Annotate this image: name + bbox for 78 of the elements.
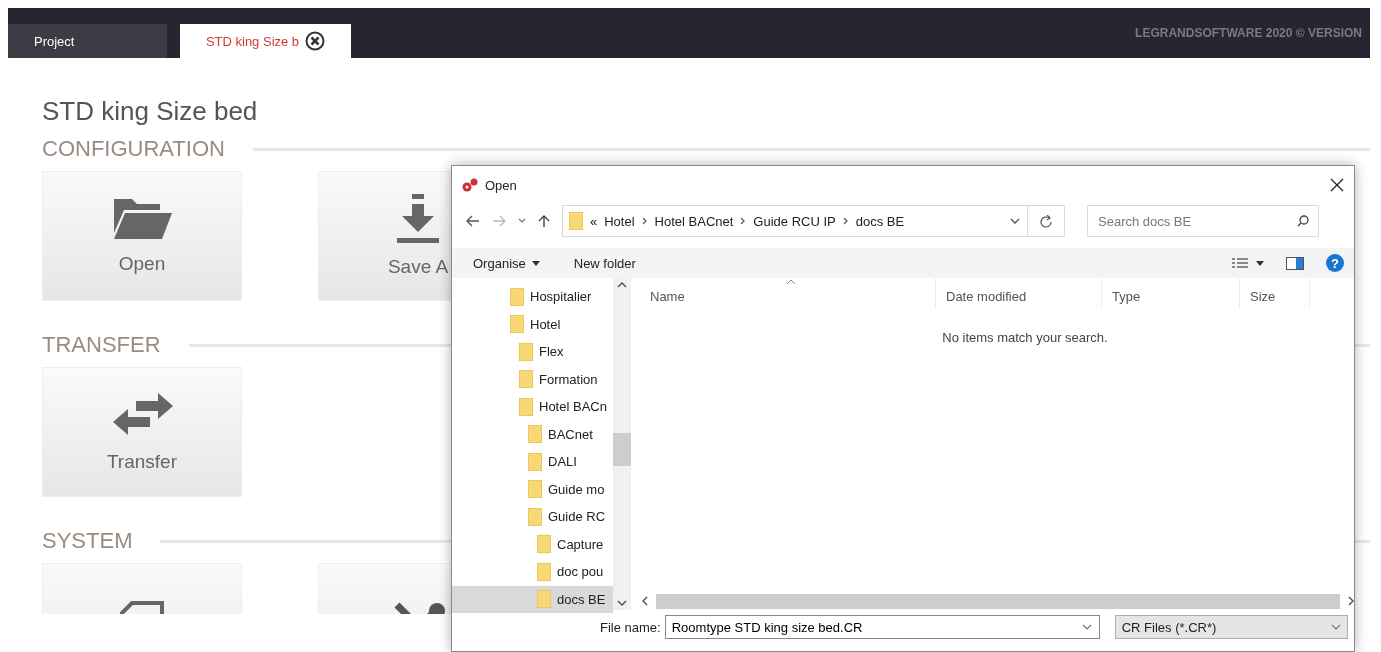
breadcrumb-item[interactable]: Guide RCU IP	[753, 213, 836, 229]
view-list-icon	[1232, 257, 1248, 269]
close-icon[interactable]	[305, 31, 326, 51]
file-name-field[interactable]: Roomtype STD king size bed.CR	[664, 615, 1100, 639]
scroll-right-icon[interactable]	[1348, 596, 1354, 606]
up-arrow-icon[interactable]	[538, 214, 550, 228]
scroll-left-icon[interactable]	[642, 596, 648, 606]
breadcrumb-overflow[interactable]: «	[590, 213, 598, 229]
tree-item[interactable]: BACnet	[452, 420, 613, 448]
tree-item[interactable]: Guide RC	[452, 503, 613, 531]
column-header[interactable]: Name	[636, 278, 936, 308]
folder-icon	[519, 342, 533, 361]
folder-icon	[510, 315, 524, 334]
folder-icon	[537, 562, 551, 581]
column-header[interactable]: Type	[1102, 278, 1240, 308]
folder-icon	[519, 370, 533, 389]
gears-icon	[461, 177, 479, 193]
tree-item[interactable]: Hotel BACn	[452, 393, 613, 421]
tree-item[interactable]: doc pou	[452, 558, 613, 586]
tree-item[interactable]: Formation	[452, 365, 613, 393]
dropdown-caret-icon[interactable]	[1010, 218, 1020, 224]
breadcrumb-item[interactable]: Hotel	[604, 213, 635, 229]
folder-icon	[528, 480, 542, 499]
horizontal-scrollbar[interactable]	[656, 593, 1340, 609]
scroll-up-icon	[617, 282, 627, 288]
folder-icon	[537, 535, 551, 554]
tab[interactable]: Project	[8, 24, 167, 58]
dialog-title: Open	[485, 177, 517, 193]
dropdown-caret-icon	[1330, 624, 1341, 630]
tile-button[interactable]: Transfer	[42, 367, 242, 497]
tree-item[interactable]: docs BE	[452, 585, 613, 613]
tree-item[interactable]: Capture	[452, 530, 613, 558]
tile-button[interactable]: Open	[42, 171, 242, 301]
chevron-right-icon	[740, 217, 747, 225]
refresh-icon[interactable]	[1040, 214, 1052, 228]
chevron-right-icon	[641, 217, 648, 225]
section-heading: TRANSFER	[42, 333, 161, 357]
tree-item[interactable]: Flex	[452, 338, 613, 366]
scrollbar-thumb[interactable]	[613, 433, 631, 466]
tree-item[interactable]: Guide mo	[452, 475, 613, 503]
copyright-text: LEGRANDSOFTWARE 2020 © VERSION	[1135, 26, 1362, 40]
search-field[interactable]: Search docs BE	[1087, 205, 1319, 237]
folder-icon	[510, 287, 524, 306]
page-title: STD king Size bed	[42, 96, 259, 127]
empty-message: No items match your search.	[942, 330, 1108, 345]
back-arrow-icon[interactable]	[466, 215, 480, 227]
file-type-dropdown[interactable]: CR Files (*.CR*)	[1114, 615, 1348, 639]
caret-icon	[531, 260, 540, 266]
folder-icon	[112, 197, 172, 241]
folder-icon	[537, 590, 551, 609]
folder-icon	[569, 212, 583, 230]
caret-icon	[1256, 260, 1264, 266]
tab[interactable]: STD king Size b	[180, 24, 351, 58]
folder-icon	[528, 507, 542, 526]
folder-icon	[519, 397, 533, 416]
dropdown-caret-icon	[1081, 624, 1092, 630]
breadcrumb-item[interactable]: docs BE	[855, 213, 905, 229]
folder-icon	[528, 452, 542, 471]
tree-item[interactable]: Hotel	[452, 310, 613, 338]
address-bar[interactable]: « Hotel Hotel BACnet Guide RCU IP docs BE	[562, 205, 1065, 237]
view-menu[interactable]	[1232, 257, 1264, 269]
new-folder-button[interactable]: New folder	[573, 255, 636, 271]
file-name-label: File name:	[600, 619, 661, 635]
close-icon[interactable]	[1330, 178, 1344, 192]
chevron-down-icon[interactable]	[518, 218, 526, 224]
preview-pane-icon[interactable]	[1286, 256, 1304, 270]
search-icon	[1297, 215, 1309, 227]
tree-item[interactable]: DALI	[452, 448, 613, 476]
column-header[interactable]: Size	[1240, 278, 1310, 308]
section-heading: SYSTEM	[42, 529, 133, 553]
column-header[interactable]: Date modified	[936, 278, 1102, 308]
help-button[interactable]: ?	[1326, 254, 1344, 272]
scroll-down-icon	[617, 600, 627, 606]
breadcrumb-item[interactable]: Hotel BACnet	[654, 213, 734, 229]
section-heading: CONFIGURATION	[42, 137, 225, 161]
chevron-right-icon	[842, 217, 849, 225]
vertical-scrollbar[interactable]	[613, 278, 631, 610]
folder-icon	[528, 425, 542, 444]
